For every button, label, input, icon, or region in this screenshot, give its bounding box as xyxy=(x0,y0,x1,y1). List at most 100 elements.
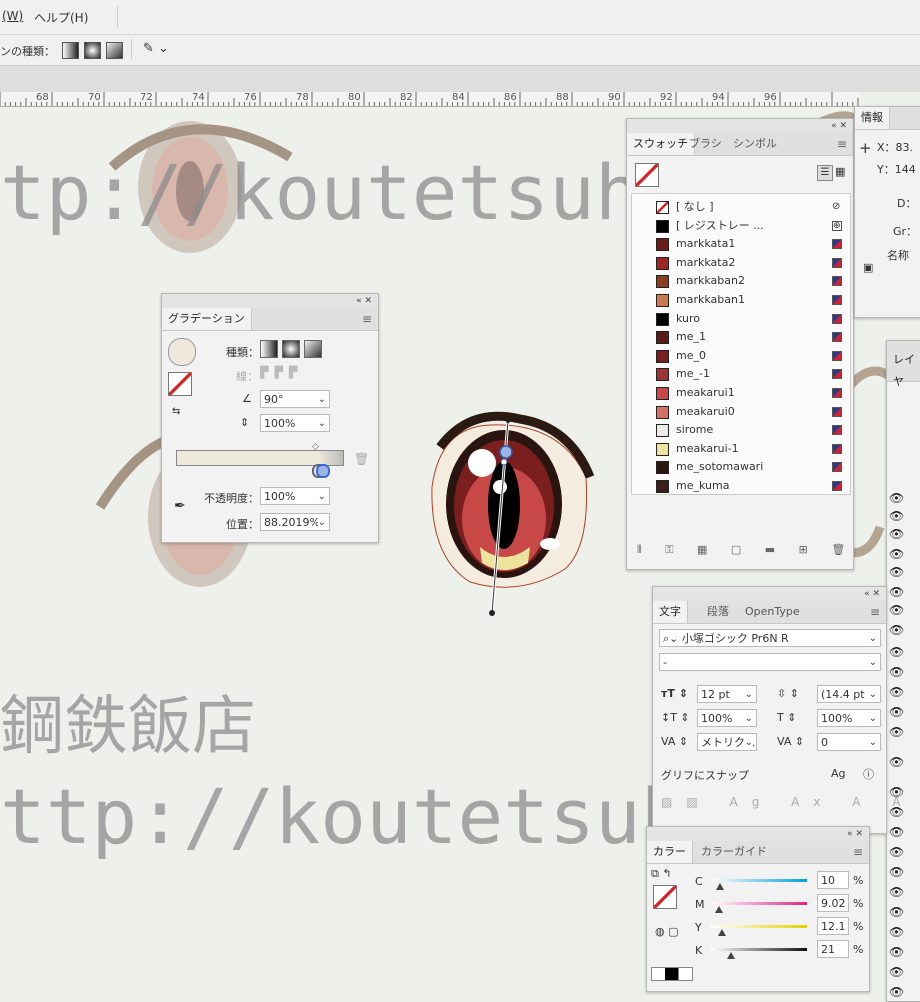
vertical-scale-field[interactable]: 100% ⌄ xyxy=(697,709,757,727)
color-stop-selected[interactable] xyxy=(316,464,330,478)
list-view-icon[interactable]: ☰ xyxy=(817,165,833,181)
tab-color[interactable]: カラー xyxy=(647,841,693,863)
yellow-slider-thumb[interactable] xyxy=(718,929,726,936)
fill-stroke-swatch[interactable] xyxy=(653,885,677,909)
eye-icon[interactable]: 👁 xyxy=(889,645,904,659)
location-field[interactable]: 88.2019% ⌄ xyxy=(260,513,330,531)
eye-icon[interactable]: 👁 xyxy=(889,825,904,839)
swatch-row[interactable]: [ レジストレー ... ⊕ xyxy=(636,217,846,235)
panel-collapse-bar[interactable]: « ✕ xyxy=(162,294,378,308)
eye-icon[interactable]: 👁 xyxy=(889,527,904,541)
eye-icon[interactable]: 👁 xyxy=(889,547,904,561)
panel-menu-icon[interactable]: ≡ xyxy=(837,137,847,151)
delete-stop-icon[interactable]: 🗑 xyxy=(354,452,369,466)
gradient-preview-swatch[interactable] xyxy=(168,338,196,366)
magenta-slider-thumb[interactable] xyxy=(715,906,723,913)
freeform-gradient-icon[interactable] xyxy=(106,42,123,59)
eye-icon[interactable]: 👁 xyxy=(889,865,904,879)
tab-info[interactable]: 情報 xyxy=(855,107,890,129)
swatch-row[interactable]: me_-1 xyxy=(636,365,846,383)
black-slider-track[interactable] xyxy=(711,948,807,951)
panel-menu-icon[interactable]: ≡ xyxy=(362,312,372,326)
tab-layers[interactable]: レイヤ xyxy=(887,349,920,388)
tab-opentype[interactable]: OpenType xyxy=(739,601,806,623)
fill-stroke-swatch[interactable] xyxy=(635,163,659,187)
swatch-row[interactable]: me_0 xyxy=(636,347,846,365)
panel-collapse-bar[interactable]: « ✕ xyxy=(627,119,853,133)
radial-type-icon[interactable] xyxy=(282,340,300,358)
swatch-row[interactable]: markkaban2 xyxy=(636,272,846,290)
eyedropper-options-icon[interactable]: ✎ ⌄ xyxy=(143,41,169,56)
eye-icon[interactable]: 👁 xyxy=(889,585,904,599)
eye-icon[interactable]: 👁 xyxy=(889,845,904,859)
swatch-row[interactable]: meakarui0 xyxy=(636,403,846,421)
swatch-row[interactable]: kuro xyxy=(636,310,846,328)
tab-symbols[interactable]: シンボル xyxy=(727,133,783,155)
swatch-row[interactable]: markkata2 xyxy=(636,254,846,272)
freeform-type-icon[interactable] xyxy=(304,340,322,358)
yellow-field[interactable]: 12.1 xyxy=(817,917,849,935)
angle-field[interactable]: 90° ⌄ xyxy=(260,390,330,408)
linear-gradient-icon[interactable] xyxy=(62,42,79,59)
font-family-select[interactable]: ⌕⌄ 小塚ゴシック Pr6N R ⌄ xyxy=(659,629,881,647)
swatch-row[interactable]: markkata1 xyxy=(636,235,846,253)
panel-collapse-bar[interactable]: « ✕ xyxy=(647,827,869,841)
eye-icon[interactable]: 👁 xyxy=(889,925,904,939)
eye-icon[interactable]: 👁 xyxy=(889,491,904,505)
tab-brushes[interactable]: ブラシ xyxy=(683,133,728,155)
swatch-row[interactable]: sirome xyxy=(636,421,846,439)
aspect-ratio-field[interactable]: 100% ⌄ xyxy=(260,414,330,432)
default-colors-icon[interactable]: ⧉ ↰ xyxy=(651,867,672,881)
leading-field[interactable]: (14.4 pt ⌄ xyxy=(817,685,881,703)
magenta-field[interactable]: 9.02 xyxy=(817,894,849,912)
horizontal-scale-field[interactable]: 100% ⌄ xyxy=(817,709,881,727)
swatch-row[interactable]: me_sotomawari xyxy=(636,458,846,476)
eye-icon[interactable]: 👁 xyxy=(889,725,904,739)
menu-help[interactable]: ヘルプ(H) xyxy=(34,9,88,26)
eye-icon[interactable]: 👁 xyxy=(889,565,904,579)
menu-window[interactable]: (W) xyxy=(2,9,23,23)
eye-icon[interactable]: 👁 xyxy=(889,965,904,979)
eyedropper-icon[interactable]: ✒ xyxy=(174,498,186,514)
eye-icon[interactable]: 👁 xyxy=(889,705,904,719)
tab-color-guide[interactable]: カラーガイド xyxy=(695,841,773,863)
font-size-field[interactable]: 12 pt ⌄ xyxy=(697,685,757,703)
tab-gradient[interactable]: グラデーション xyxy=(162,308,252,330)
eye-icon[interactable]: 👁 xyxy=(889,945,904,959)
eye-icon[interactable]: 👁 xyxy=(889,685,904,699)
eye-icon[interactable]: 👁 xyxy=(889,623,904,637)
main-eye-artwork[interactable] xyxy=(431,411,595,616)
swatch-row[interactable]: markkaban1 xyxy=(636,291,846,309)
panel-menu-icon[interactable]: ≡ xyxy=(870,605,880,619)
glyph-icon[interactable]: Ag xyxy=(831,767,846,780)
linear-type-icon[interactable] xyxy=(260,340,278,358)
swatch-row[interactable]: meakarui1 xyxy=(636,384,846,402)
tab-paragraph[interactable]: 段落 xyxy=(701,601,735,623)
swatch-panel-toolbar[interactable]: ⫴ ⚿ ▦ ▢ ▬ ⊞ 🗑 xyxy=(637,543,855,557)
info-icon[interactable]: ⓘ xyxy=(863,766,874,782)
none-black-white-swatches[interactable] xyxy=(651,967,693,981)
swatch-row[interactable]: me_kuma xyxy=(636,477,846,495)
black-field[interactable]: 21 xyxy=(817,940,849,958)
opacity-field[interactable]: 100% ⌄ xyxy=(260,487,330,505)
magenta-slider-track[interactable] xyxy=(711,902,807,905)
midpoint-diamond[interactable]: ◇ xyxy=(312,442,319,452)
kerning-field[interactable]: メトリクス ⌄ xyxy=(697,733,757,751)
yellow-slider-track[interactable] xyxy=(711,925,807,928)
radial-gradient-icon[interactable] xyxy=(84,42,101,59)
thumbnail-view-icon[interactable]: ▦ xyxy=(835,165,845,178)
eye-icon[interactable]: 👁 xyxy=(889,905,904,919)
eye-icon[interactable]: 👁 xyxy=(889,755,904,769)
cyan-slider-track[interactable] xyxy=(711,879,807,882)
black-slider-thumb[interactable] xyxy=(727,952,735,959)
fill-stroke-swatch[interactable] xyxy=(168,372,192,396)
cyan-field[interactable]: 10 xyxy=(817,871,849,889)
eye-icon[interactable]: 👁 xyxy=(889,509,904,523)
eye-icon[interactable]: 👁 xyxy=(889,885,904,899)
reverse-gradient-icon[interactable]: ⇆ xyxy=(172,406,180,417)
swatch-row[interactable]: [ なし ] ⊘ xyxy=(636,198,846,216)
swatch-row[interactable]: me_1 xyxy=(636,328,846,346)
font-style-select[interactable]: - ⌄ xyxy=(659,653,881,671)
eye-icon[interactable]: 👁 xyxy=(889,665,904,679)
tab-character[interactable]: 文字 xyxy=(653,601,688,623)
